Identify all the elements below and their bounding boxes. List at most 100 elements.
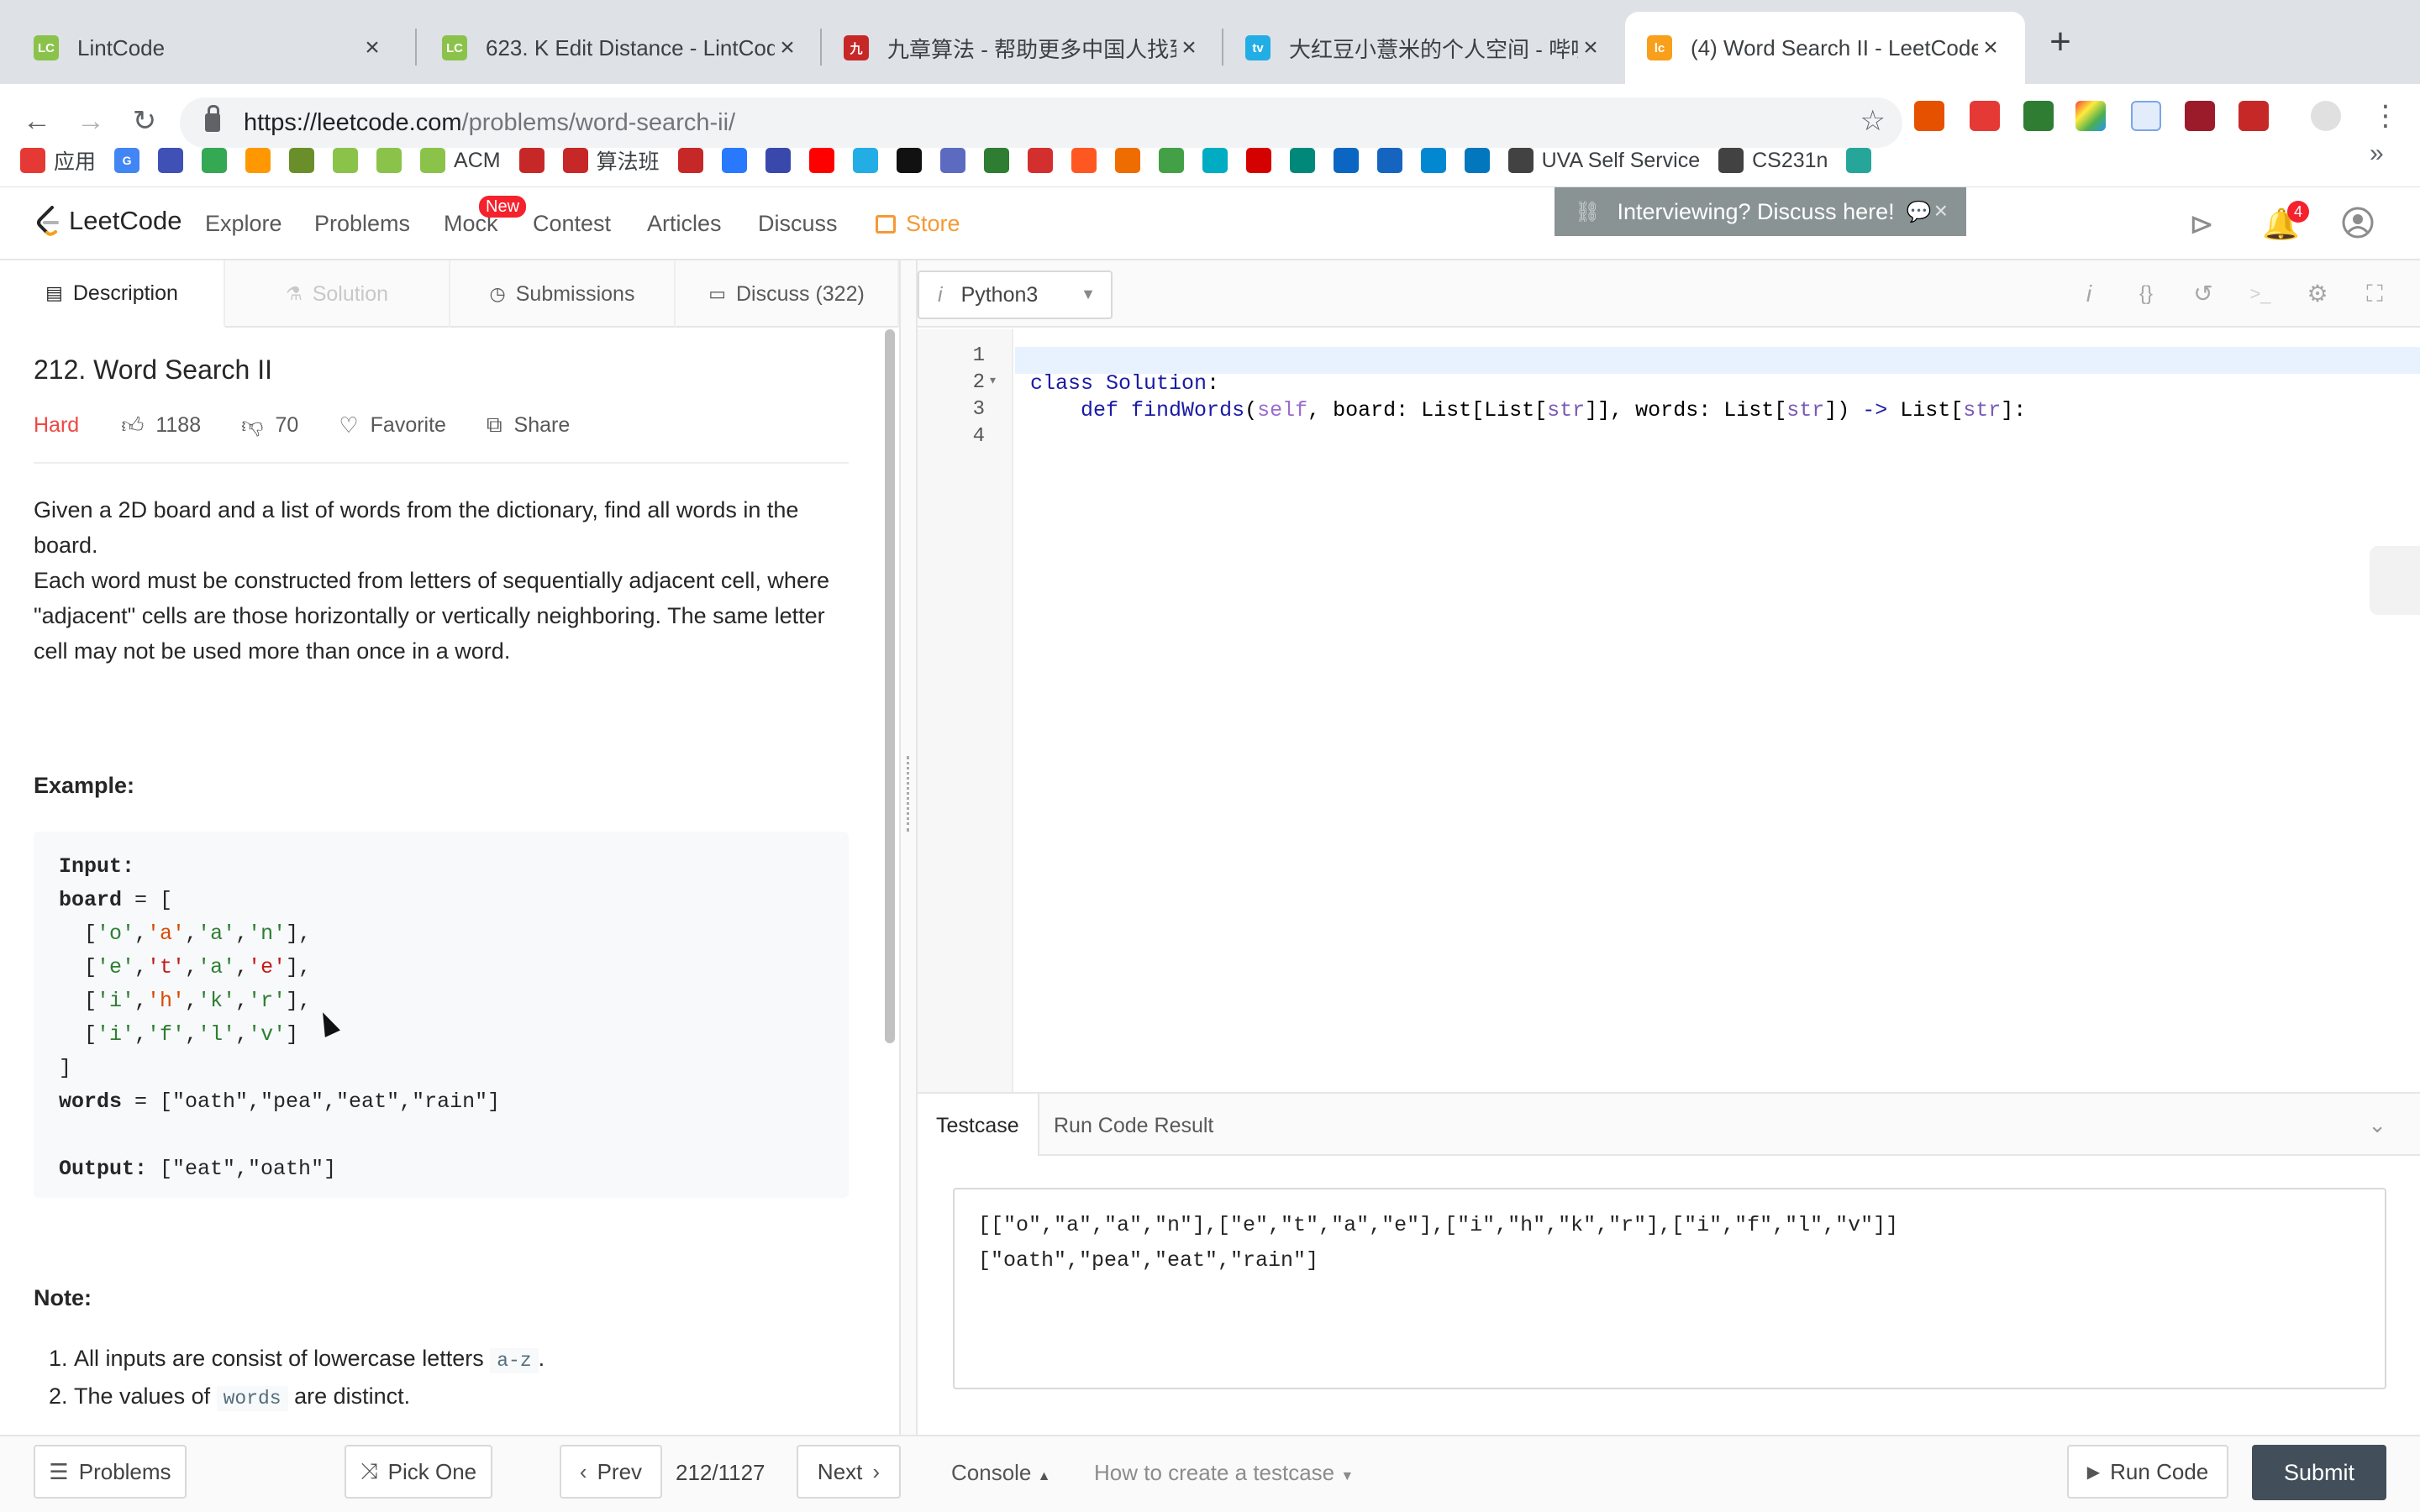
extension-mendeley-icon[interactable] xyxy=(2185,101,2215,131)
bookmark-item[interactable] xyxy=(1420,148,1446,173)
interview-discuss-banner[interactable]: ⛓ Interviewing? Discuss here! 💬 × xyxy=(1555,187,1966,236)
bookmark-item[interactable] xyxy=(939,148,965,173)
close-tab-icon[interactable]: × xyxy=(1578,34,1603,62)
playground-icon[interactable]: ⊳ xyxy=(2183,206,2220,243)
tab-submissions[interactable]: ◷ Submissions xyxy=(450,260,676,328)
browser-tab-k-edit-distance[interactable]: LC 623. K Edit Distance - LintCode × xyxy=(420,12,822,84)
bookmark-item[interactable] xyxy=(1846,148,1872,173)
nav-contest[interactable]: Contest xyxy=(533,211,611,237)
bookmark-item[interactable]: 算法班 xyxy=(562,145,660,176)
collapse-chevron-icon[interactable]: ⌄ xyxy=(2368,1112,2386,1138)
close-tab-icon[interactable]: × xyxy=(1176,34,1202,62)
nav-discuss[interactable]: Discuss xyxy=(758,211,838,237)
bookmark-item[interactable] xyxy=(808,148,834,173)
close-tab-icon[interactable]: × xyxy=(775,34,800,62)
bookmark-item[interactable] xyxy=(1245,148,1271,173)
close-tab-icon[interactable]: × xyxy=(1978,34,2003,62)
share-button[interactable]: ⧉ Share xyxy=(487,412,570,438)
tab-solution[interactable]: ⚗ Solution xyxy=(225,260,450,328)
dislike-button[interactable]: 👎︎ 70 xyxy=(241,412,298,438)
extension-color-icon[interactable] xyxy=(2075,101,2106,131)
submit-button[interactable]: Submit xyxy=(2252,1445,2386,1500)
bookmark-item[interactable] xyxy=(1202,148,1228,173)
extension-jiuzhang-icon[interactable] xyxy=(2238,101,2269,131)
info-icon[interactable]: i xyxy=(2072,277,2106,311)
nav-explore[interactable]: Explore xyxy=(205,211,282,237)
format-braces-icon[interactable]: {} xyxy=(2129,277,2163,311)
bookmark-item[interactable] xyxy=(376,148,402,173)
bookmark-item[interactable] xyxy=(158,148,184,173)
extension-icon[interactable] xyxy=(1970,101,2000,131)
tab-discuss[interactable]: ▭ Discuss (322) xyxy=(676,260,899,328)
nav-articles[interactable]: Articles xyxy=(647,211,722,237)
bookmark-item[interactable]: CS231n xyxy=(1718,148,1828,173)
bookmark-star-icon[interactable]: ☆ xyxy=(1860,104,1886,138)
bookmark-item[interactable]: ACM xyxy=(420,148,501,173)
bookmark-item[interactable] xyxy=(1114,148,1140,173)
bookmark-item[interactable]: G xyxy=(114,148,140,173)
terminal-icon[interactable]: >_ xyxy=(2244,277,2277,311)
bookmark-item[interactable] xyxy=(1158,148,1184,173)
browser-tab-lintcode[interactable]: LC LintCode × xyxy=(12,12,407,84)
run-code-button[interactable]: ▶ Run Code xyxy=(2067,1445,2228,1499)
tab-testcase[interactable]: Testcase xyxy=(918,1094,1039,1158)
reset-icon[interactable]: ↺ xyxy=(2186,277,2220,311)
bookmark-item[interactable] xyxy=(1333,148,1359,173)
bookmark-item[interactable] xyxy=(333,148,359,173)
lock-icon[interactable] xyxy=(205,105,220,132)
bookmark-item[interactable] xyxy=(677,148,703,173)
user-avatar-icon[interactable] xyxy=(2339,206,2376,243)
fold-arrow-icon[interactable]: ▾ xyxy=(990,373,996,387)
next-button[interactable]: Next › xyxy=(797,1445,901,1499)
testcase-input[interactable]: [["o","a","a","n"],["e","t","a","e"],["i… xyxy=(953,1188,2386,1389)
code-editor[interactable] xyxy=(1015,329,2420,1092)
browser-menu-icon[interactable]: ⋮ xyxy=(2371,99,2400,133)
browser-tab-bilibili[interactable]: tv 大红豆小薏米的个人空间 - 哔哩哔哩 × xyxy=(1223,12,1625,84)
extension-office-icon[interactable] xyxy=(1914,101,1944,131)
new-tab-button[interactable]: + xyxy=(2040,18,2081,66)
browser-tab-word-search-ii[interactable]: lc (4) Word Search II - LeetCode × xyxy=(1625,12,2025,84)
console-toggle[interactable]: Console ▲ xyxy=(951,1460,1050,1486)
extension-evernote-icon[interactable] xyxy=(2023,101,2054,131)
bookmark-item[interactable] xyxy=(518,148,544,173)
nav-store[interactable]: Store xyxy=(876,211,960,237)
bookmark-item[interactable] xyxy=(1027,148,1053,173)
prev-button[interactable]: ‹ Prev xyxy=(560,1445,662,1499)
bookmark-icon xyxy=(721,148,747,173)
close-banner-icon[interactable]: × xyxy=(1934,197,1948,224)
fullscreen-icon[interactable]: ⛶ xyxy=(2358,277,2391,311)
tab-run-code-result[interactable]: Run Code Result xyxy=(1035,1094,1232,1158)
how-to-testcase-link[interactable]: How to create a testcase ▼ xyxy=(1094,1460,1354,1486)
browser-tab-jiuzhang[interactable]: 九 九章算法 - 帮助更多中国人找到好工作 × xyxy=(822,12,1223,84)
bookmark-item[interactable] xyxy=(765,148,791,173)
side-panel-toggle[interactable] xyxy=(2370,546,2420,615)
tab-description[interactable]: ▤ Description xyxy=(0,260,225,328)
bookmark-item[interactable] xyxy=(1376,148,1402,173)
like-button[interactable]: 👍︎ 1188 xyxy=(121,412,201,438)
bookmark-item[interactable] xyxy=(1464,148,1490,173)
bookmark-item[interactable] xyxy=(721,148,747,173)
bookmark-item[interactable] xyxy=(245,148,271,173)
language-select[interactable]: i Python3 ▼ xyxy=(918,270,1113,319)
more-bookmarks-icon[interactable]: » xyxy=(2370,139,2398,168)
bookmark-item[interactable] xyxy=(202,148,228,173)
leetcode-logo[interactable]: LeetCode xyxy=(34,204,182,238)
close-tab-icon[interactable]: × xyxy=(360,34,385,62)
panel-resize-handle[interactable] xyxy=(899,260,918,1435)
bookmark-item[interactable] xyxy=(289,148,315,173)
description-scrollbar[interactable] xyxy=(885,329,895,1043)
settings-gear-icon[interactable]: ⚙ xyxy=(2301,277,2334,311)
bookmark-item[interactable] xyxy=(983,148,1009,173)
nav-problems[interactable]: Problems xyxy=(314,211,410,237)
pick-one-button[interactable]: ⤨ Pick One xyxy=(345,1445,492,1499)
profile-avatar[interactable] xyxy=(2311,101,2341,131)
bookmark-item[interactable] xyxy=(1071,148,1097,173)
bookmark-item[interactable] xyxy=(1289,148,1315,173)
bookmark-item[interactable] xyxy=(896,148,922,173)
extension-doc-icon[interactable] xyxy=(2131,101,2161,131)
bookmark-item[interactable]: UVA Self Service xyxy=(1507,148,1700,173)
bookmark-item[interactable]: 应用 xyxy=(20,145,96,176)
problems-list-button[interactable]: ☰ Problems xyxy=(34,1445,187,1499)
bookmark-item[interactable] xyxy=(852,148,878,173)
favorite-button[interactable]: ♡ Favorite xyxy=(339,412,446,438)
